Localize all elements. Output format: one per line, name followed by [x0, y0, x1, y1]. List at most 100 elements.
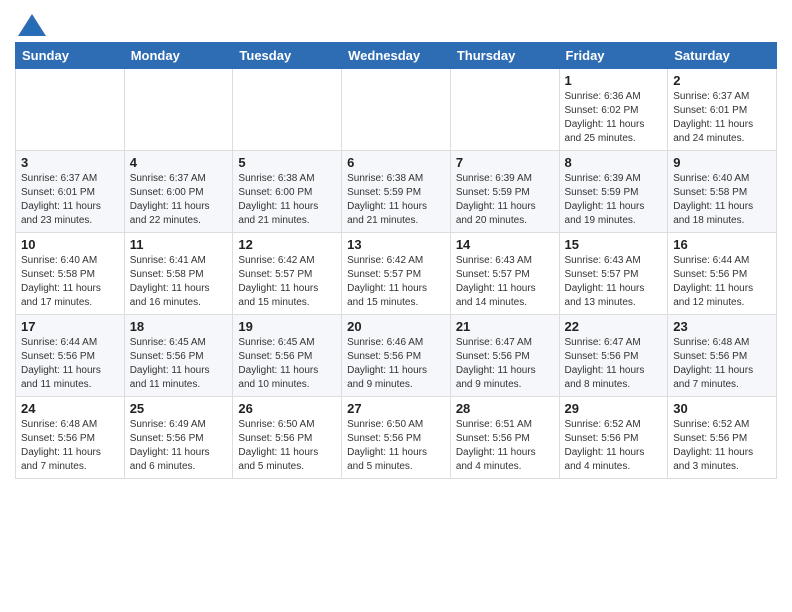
calendar-week-row: 10 Sunrise: 6:40 AM Sunset: 5:58 PM Dayli… [16, 233, 777, 315]
day-info: Sunrise: 6:40 AM Sunset: 5:58 PM Dayligh… [673, 172, 771, 228]
calendar-header-cell: Thursday [450, 43, 559, 69]
day-number: 11 [130, 237, 228, 252]
day-number: 29 [565, 401, 663, 416]
day-number: 22 [565, 319, 663, 334]
day-info: Sunrise: 6:39 AM Sunset: 5:59 PM Dayligh… [565, 172, 663, 228]
day-info: Sunrise: 6:36 AM Sunset: 6:02 PM Dayligh… [565, 90, 663, 146]
calendar-cell [124, 69, 233, 151]
calendar-cell: 14Sunrise: 6:43 AM Sunset: 5:57 PM Dayli… [450, 233, 559, 315]
day-info: Sunrise: 6:48 AM Sunset: 5:56 PM Dayligh… [673, 336, 771, 392]
calendar-cell: 20 Sunrise: 6:46 AM Sunset: 5:56 PM Dayli… [342, 315, 451, 397]
calendar-header-cell: Friday [559, 43, 668, 69]
day-info: Sunrise: 6:40 AM Sunset: 5:58 PM Dayligh… [21, 254, 119, 310]
day-number: 16 [673, 237, 771, 252]
day-info: Sunrise: 6:42 AM Sunset: 5:57 PM Dayligh… [347, 254, 445, 310]
calendar-cell: 24 Sunrise: 6:48 AM Sunset: 5:56 PM Dayli… [16, 397, 125, 479]
calendar-cell [342, 69, 451, 151]
calendar-table: SundayMondayTuesdayWednesdayThursdayFrid… [15, 42, 777, 479]
calendar-cell: 27Sunrise: 6:50 AM Sunset: 5:56 PM Dayli… [342, 397, 451, 479]
calendar-cell: 3 Sunrise: 6:37 AM Sunset: 6:01 PM Daylig… [16, 151, 125, 233]
calendar-cell: 1 Sunrise: 6:36 AM Sunset: 6:02 PM Daylig… [559, 69, 668, 151]
day-info: Sunrise: 6:37 AM Sunset: 6:00 PM Dayligh… [130, 172, 228, 228]
calendar-cell: 8 Sunrise: 6:39 AM Sunset: 5:59 PM Daylig… [559, 151, 668, 233]
day-info: Sunrise: 6:38 AM Sunset: 5:59 PM Dayligh… [347, 172, 445, 228]
day-info: Sunrise: 6:50 AM Sunset: 5:56 PM Dayligh… [347, 418, 445, 474]
day-number: 20 [347, 319, 445, 334]
calendar-cell: 15 Sunrise: 6:43 AM Sunset: 5:57 PM Dayli… [559, 233, 668, 315]
calendar-week-row: 1 Sunrise: 6:36 AM Sunset: 6:02 PM Daylig… [16, 69, 777, 151]
day-info: Sunrise: 6:52 AM Sunset: 5:56 PM Dayligh… [565, 418, 663, 474]
day-number: 26 [238, 401, 336, 416]
calendar-week-row: 3 Sunrise: 6:37 AM Sunset: 6:01 PM Daylig… [16, 151, 777, 233]
calendar-cell: 10 Sunrise: 6:40 AM Sunset: 5:58 PM Dayli… [16, 233, 125, 315]
day-info: Sunrise: 6:38 AM Sunset: 6:00 PM Dayligh… [238, 172, 336, 228]
day-number: 2 [673, 73, 771, 88]
day-info: Sunrise: 6:52 AM Sunset: 5:56 PM Dayligh… [673, 418, 771, 474]
day-number: 21 [456, 319, 554, 334]
calendar-cell: 28Sunrise: 6:51 AM Sunset: 5:56 PM Dayli… [450, 397, 559, 479]
day-number: 15 [565, 237, 663, 252]
day-number: 4 [130, 155, 228, 170]
day-info: Sunrise: 6:48 AM Sunset: 5:56 PM Dayligh… [21, 418, 119, 474]
calendar-cell: 29 Sunrise: 6:52 AM Sunset: 5:56 PM Dayli… [559, 397, 668, 479]
day-number: 19 [238, 319, 336, 334]
header [15, 10, 777, 36]
calendar-cell: 21 Sunrise: 6:47 AM Sunset: 5:56 PM Dayli… [450, 315, 559, 397]
logo-icon [18, 14, 46, 36]
day-number: 30 [673, 401, 771, 416]
day-info: Sunrise: 6:47 AM Sunset: 5:56 PM Dayligh… [565, 336, 663, 392]
day-info: Sunrise: 6:39 AM Sunset: 5:59 PM Dayligh… [456, 172, 554, 228]
calendar-cell: 30 Sunrise: 6:52 AM Sunset: 5:56 PM Dayli… [668, 397, 777, 479]
day-info: Sunrise: 6:51 AM Sunset: 5:56 PM Dayligh… [456, 418, 554, 474]
calendar-cell: 4 Sunrise: 6:37 AM Sunset: 6:00 PM Daylig… [124, 151, 233, 233]
calendar-cell: 23Sunrise: 6:48 AM Sunset: 5:56 PM Dayli… [668, 315, 777, 397]
calendar-header-cell: Saturday [668, 43, 777, 69]
calendar-header-cell: Monday [124, 43, 233, 69]
day-info: Sunrise: 6:37 AM Sunset: 6:01 PM Dayligh… [673, 90, 771, 146]
page: SundayMondayTuesdayWednesdayThursdayFrid… [0, 0, 792, 489]
calendar-cell [450, 69, 559, 151]
day-info: Sunrise: 6:37 AM Sunset: 6:01 PM Dayligh… [21, 172, 119, 228]
day-info: Sunrise: 6:45 AM Sunset: 5:56 PM Dayligh… [238, 336, 336, 392]
day-info: Sunrise: 6:44 AM Sunset: 5:56 PM Dayligh… [673, 254, 771, 310]
day-number: 18 [130, 319, 228, 334]
day-info: Sunrise: 6:43 AM Sunset: 5:57 PM Dayligh… [456, 254, 554, 310]
calendar-cell [233, 69, 342, 151]
day-number: 12 [238, 237, 336, 252]
calendar-body: 1 Sunrise: 6:36 AM Sunset: 6:02 PM Daylig… [16, 69, 777, 479]
day-number: 1 [565, 73, 663, 88]
calendar-cell: 17Sunrise: 6:44 AM Sunset: 5:56 PM Dayli… [16, 315, 125, 397]
day-info: Sunrise: 6:45 AM Sunset: 5:56 PM Dayligh… [130, 336, 228, 392]
day-info: Sunrise: 6:41 AM Sunset: 5:58 PM Dayligh… [130, 254, 228, 310]
day-number: 9 [673, 155, 771, 170]
day-number: 10 [21, 237, 119, 252]
day-number: 7 [456, 155, 554, 170]
calendar-cell: 7 Sunrise: 6:39 AM Sunset: 5:59 PM Daylig… [450, 151, 559, 233]
day-info: Sunrise: 6:44 AM Sunset: 5:56 PM Dayligh… [21, 336, 119, 392]
calendar-cell: 12 Sunrise: 6:42 AM Sunset: 5:57 PM Dayli… [233, 233, 342, 315]
calendar-cell: 6 Sunrise: 6:38 AM Sunset: 5:59 PM Daylig… [342, 151, 451, 233]
calendar-cell: 9 Sunrise: 6:40 AM Sunset: 5:58 PM Daylig… [668, 151, 777, 233]
day-number: 3 [21, 155, 119, 170]
day-info: Sunrise: 6:46 AM Sunset: 5:56 PM Dayligh… [347, 336, 445, 392]
day-number: 24 [21, 401, 119, 416]
day-info: Sunrise: 6:43 AM Sunset: 5:57 PM Dayligh… [565, 254, 663, 310]
calendar-cell: 18 Sunrise: 6:45 AM Sunset: 5:56 PM Dayli… [124, 315, 233, 397]
day-number: 13 [347, 237, 445, 252]
logo [15, 14, 46, 36]
day-info: Sunrise: 6:50 AM Sunset: 5:56 PM Dayligh… [238, 418, 336, 474]
day-info: Sunrise: 6:47 AM Sunset: 5:56 PM Dayligh… [456, 336, 554, 392]
calendar-cell: 5 Sunrise: 6:38 AM Sunset: 6:00 PM Daylig… [233, 151, 342, 233]
calendar-header-cell: Tuesday [233, 43, 342, 69]
logo-text [15, 14, 46, 36]
day-number: 6 [347, 155, 445, 170]
calendar-header-cell: Sunday [16, 43, 125, 69]
day-info: Sunrise: 6:42 AM Sunset: 5:57 PM Dayligh… [238, 254, 336, 310]
calendar-week-row: 17Sunrise: 6:44 AM Sunset: 5:56 PM Dayli… [16, 315, 777, 397]
calendar-cell: 19 Sunrise: 6:45 AM Sunset: 5:56 PM Dayli… [233, 315, 342, 397]
day-number: 8 [565, 155, 663, 170]
calendar-header-cell: Wednesday [342, 43, 451, 69]
calendar-cell: 25Sunrise: 6:49 AM Sunset: 5:56 PM Dayli… [124, 397, 233, 479]
day-number: 5 [238, 155, 336, 170]
day-number: 25 [130, 401, 228, 416]
